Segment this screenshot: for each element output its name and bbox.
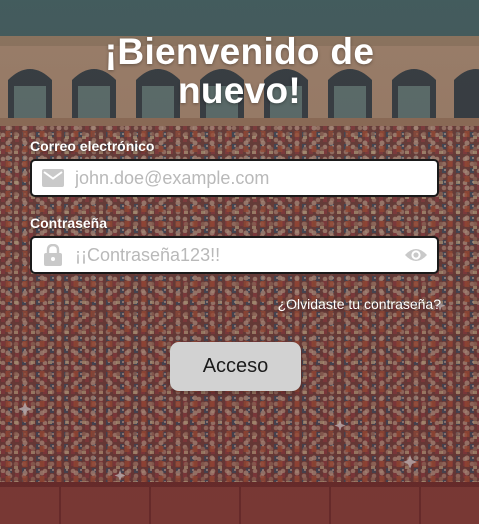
- eye-icon[interactable]: [403, 242, 429, 268]
- envelope-icon: [41, 166, 65, 190]
- password-field[interactable]: [30, 236, 439, 274]
- password-label: Contraseña: [30, 215, 108, 231]
- login-button[interactable]: Acceso: [170, 342, 301, 391]
- page-title-line2: nuevo!: [177, 70, 302, 111]
- email-input[interactable]: [75, 163, 437, 193]
- email-field[interactable]: [30, 159, 439, 197]
- forgot-password-link[interactable]: ¿Olvidaste tu contraseña?: [278, 296, 441, 312]
- password-input[interactable]: [75, 240, 403, 270]
- email-label: Correo electrónico: [30, 138, 155, 154]
- lock-icon: [41, 243, 65, 267]
- page-title: ¡Bienvenido de nuevo!: [0, 32, 479, 110]
- login-panel: ¡Bienvenido de nuevo! Correo electrónico…: [0, 0, 479, 524]
- page-title-line1: ¡Bienvenido de: [104, 31, 375, 72]
